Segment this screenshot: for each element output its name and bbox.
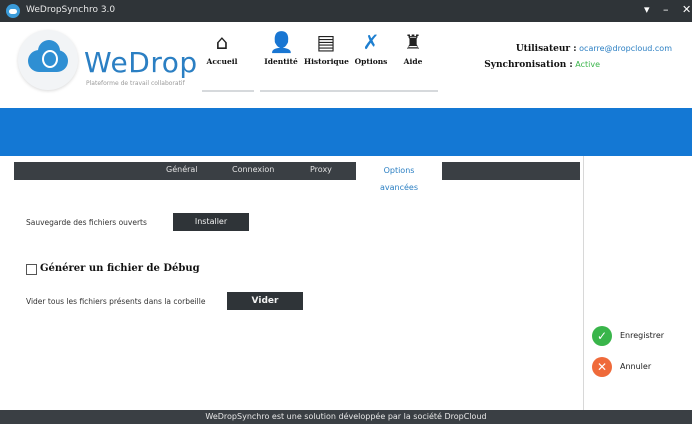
- user-info: Utilisateur : ocarre@dropcloud.com Synch…: [484, 44, 672, 70]
- app-header: WeDrop Plateforme de travail collaborati…: [0, 22, 692, 100]
- sync-label: Synchronisation :: [484, 60, 573, 70]
- trash-label: Vider tous les fichiers présents dans la…: [26, 297, 206, 306]
- tab-options-avancees[interactable]: Options avancées: [356, 162, 442, 192]
- drop-icon: [42, 50, 58, 68]
- debug-label: Générer un fichier de Débug: [40, 263, 200, 274]
- tab-proxy[interactable]: Proxy: [310, 165, 332, 174]
- nav-aide[interactable]: ♜ Aide: [398, 30, 428, 66]
- window-title: WeDropSynchro 3.0: [26, 5, 116, 15]
- nav-historique[interactable]: ▤ Historique: [304, 30, 349, 66]
- brand-tagline: Plateforme de travail collaboratif: [86, 80, 185, 87]
- nav-underline: [260, 90, 438, 92]
- user-label: Utilisateur :: [515, 44, 577, 54]
- debug-checkbox[interactable]: [26, 264, 37, 275]
- cancel-label: Annuler: [620, 362, 652, 371]
- logo: [18, 30, 78, 90]
- tab-connexion[interactable]: Connexion: [232, 165, 274, 174]
- blue-banner: [0, 108, 692, 156]
- nav-label: Accueil: [206, 57, 238, 66]
- document-icon: ▤: [316, 30, 336, 54]
- menu-dropdown-icon[interactable]: ▾: [644, 3, 650, 16]
- tab-bar: Général Connexion Proxy Options avancées: [14, 162, 580, 192]
- nav-label: Identité: [264, 57, 298, 66]
- side-divider: [583, 156, 584, 410]
- user-email: ocarre@dropcloud.com: [579, 44, 672, 53]
- nav-label: Options: [354, 57, 388, 66]
- nav-label: Aide: [403, 57, 423, 66]
- tab-general[interactable]: Général: [166, 165, 198, 174]
- tools-icon: ✗: [362, 30, 380, 54]
- empty-trash-button[interactable]: Vider: [227, 292, 303, 310]
- nav-label: Historique: [304, 57, 349, 66]
- sync-status: Active: [575, 60, 600, 69]
- nav-accueil[interactable]: ⌂ Accueil: [204, 30, 240, 66]
- check-icon: ✓: [592, 326, 612, 346]
- app-logo-icon: [6, 4, 20, 18]
- close-button[interactable]: ✕: [682, 3, 691, 16]
- nav-underline-active: [202, 90, 254, 92]
- backup-label: Sauvegarde des fichiers ouverts: [26, 218, 147, 227]
- user-icon: 👤: [269, 30, 294, 54]
- brand-name: WeDrop: [84, 46, 198, 79]
- save-label: Enregistrer: [620, 331, 665, 340]
- footer: WeDropSynchro est une solution développé…: [0, 410, 692, 424]
- nav-options[interactable]: ✗ Options: [353, 30, 389, 66]
- install-button[interactable]: Installer: [173, 213, 249, 231]
- minimize-button[interactable]: –: [663, 3, 669, 16]
- title-bar: WeDropSynchro 3.0 ▾ – ✕: [0, 0, 692, 22]
- home-icon: ⌂: [215, 30, 229, 54]
- main-area: Général Connexion Proxy Options avancées: [0, 156, 692, 410]
- alarm-icon: ♜: [404, 30, 422, 54]
- cancel-icon: ✕: [592, 357, 612, 377]
- nav-identite[interactable]: 👤 Identité: [262, 30, 300, 66]
- options-panel: Général Connexion Proxy Options avancées: [14, 162, 580, 410]
